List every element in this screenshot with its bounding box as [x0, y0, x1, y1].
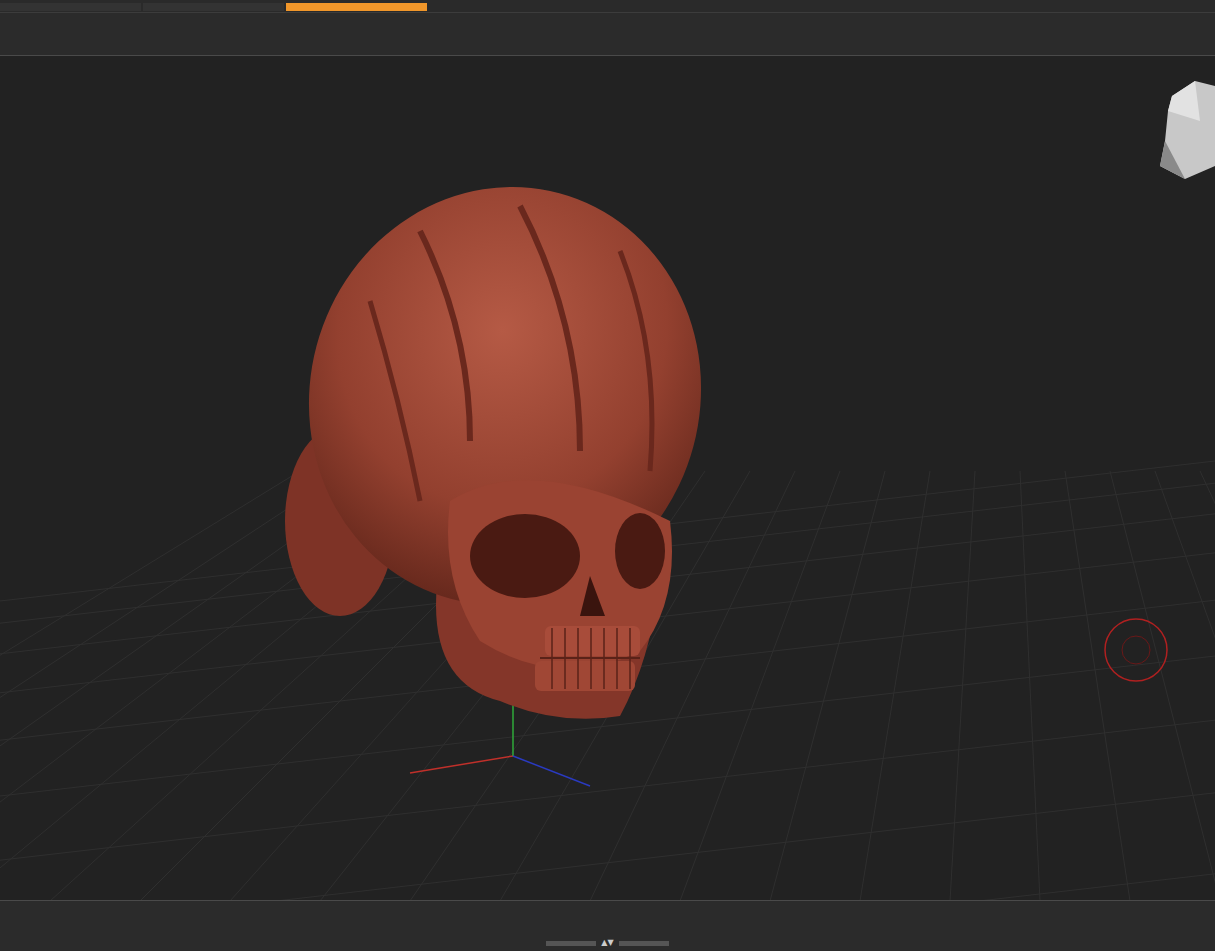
- toolbar: [0, 12, 1215, 56]
- skull-model[interactable]: [262, 143, 747, 719]
- scene[interactable]: [0, 56, 1215, 900]
- bottom-bar: ▲▼: [0, 900, 1215, 951]
- header-strip: [0, 0, 1215, 12]
- header-segment[interactable]: [143, 3, 284, 11]
- collapse-handle[interactable]: ▲▼: [546, 938, 668, 948]
- floor-grid: [0, 461, 1215, 900]
- sculpt-app: ▲▼: [0, 0, 1215, 951]
- viewport[interactable]: [0, 56, 1215, 900]
- orientation-head-icon[interactable]: [1160, 81, 1215, 179]
- rotate-control-icon[interactable]: [1105, 619, 1167, 681]
- header-segment[interactable]: [0, 3, 141, 11]
- header-segment[interactable]: [286, 3, 427, 11]
